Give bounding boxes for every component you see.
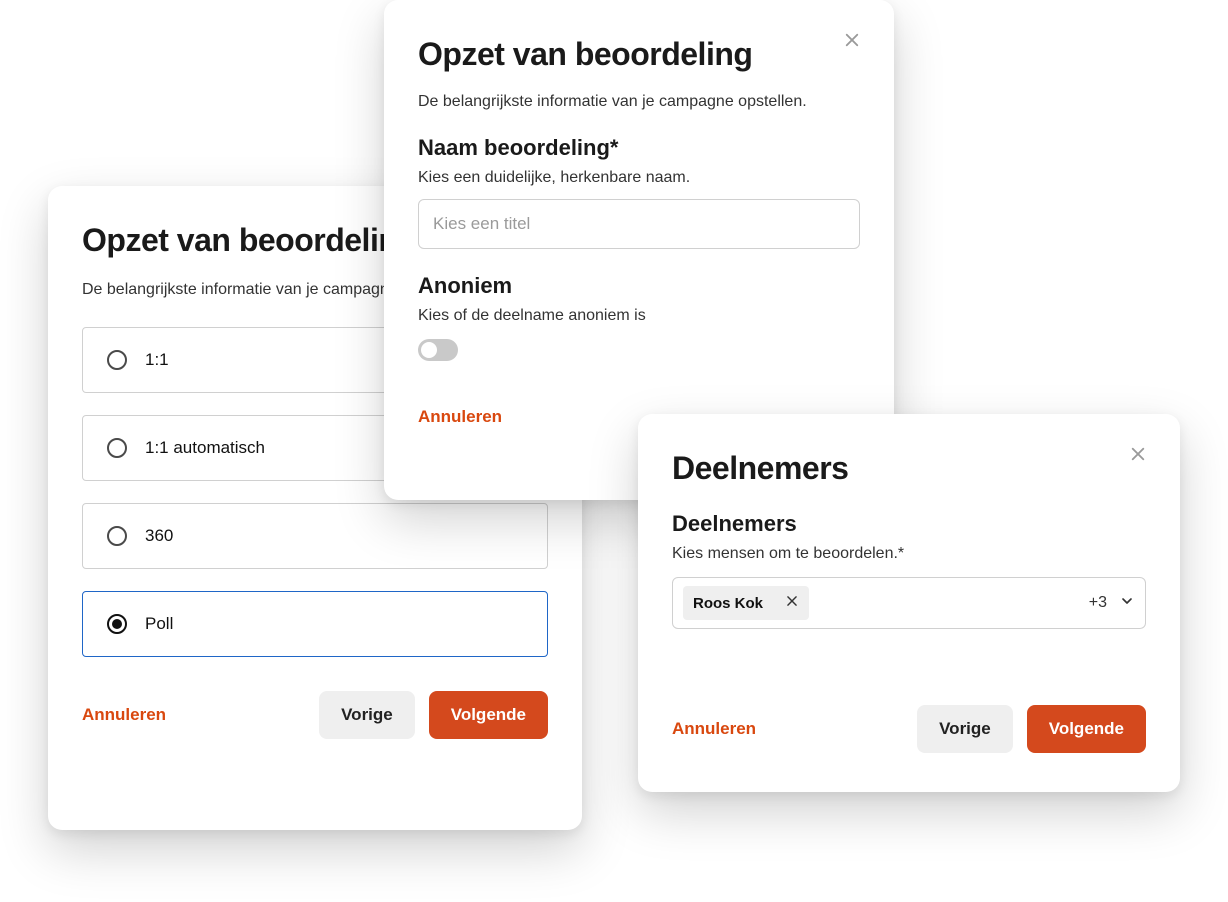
participants-select-tail: +3 [1089, 593, 1135, 614]
close-icon [843, 31, 861, 54]
radio-icon [107, 526, 127, 546]
cancel-button[interactable]: Annuleren [672, 719, 756, 739]
radio-icon [107, 438, 127, 458]
name-section-hint: Kies een duidelijke, herkenbare naam. [418, 169, 860, 187]
radio-label: 1:1 [145, 350, 169, 370]
toggle-knob [421, 342, 437, 358]
cancel-button[interactable]: Annuleren [82, 705, 166, 725]
close-button[interactable] [1124, 442, 1152, 470]
radio-label: 360 [145, 526, 173, 546]
next-button[interactable]: Volgende [1027, 705, 1146, 753]
participant-chip-label: Roos Kok [693, 595, 763, 612]
close-icon [1129, 445, 1147, 468]
anonymous-section-heading: Anoniem [418, 273, 860, 299]
participants-section-heading: Deelnemers [672, 511, 1146, 537]
anonymous-toggle[interactable] [418, 339, 458, 361]
participants-card: Deelnemers Deelnemers Kies mensen om te … [638, 414, 1180, 792]
overflow-count: +3 [1089, 594, 1107, 612]
participants-select[interactable]: Roos Kok +3 [672, 577, 1146, 629]
radio-label: Poll [145, 614, 173, 634]
chevron-down-icon [1119, 593, 1135, 614]
card-title: Opzet van beoordeling [418, 36, 860, 73]
anonymous-section-hint: Kies of de deelname anoniem is [418, 307, 860, 325]
cancel-button[interactable]: Annuleren [418, 407, 502, 427]
nav-button-group: Vorige Volgende [319, 691, 548, 739]
name-section-heading: Naam beoordeling* [418, 135, 860, 161]
card-footer: Annuleren Vorige Volgende [82, 691, 548, 739]
review-type-option-360[interactable]: 360 [82, 503, 548, 569]
close-icon [785, 594, 799, 612]
remove-chip-button[interactable] [785, 594, 799, 612]
next-button[interactable]: Volgende [429, 691, 548, 739]
nav-button-group: Vorige Volgende [917, 705, 1146, 753]
previous-button[interactable]: Vorige [917, 705, 1013, 753]
radio-icon [107, 350, 127, 370]
close-button[interactable] [838, 28, 866, 56]
dropdown-toggle[interactable] [1119, 593, 1135, 614]
review-type-option-poll[interactable]: Poll [82, 591, 548, 657]
card-subtitle: De belangrijkste informatie van je campa… [418, 93, 860, 111]
radio-label: 1:1 automatisch [145, 438, 265, 458]
radio-icon [107, 614, 127, 634]
card-footer: Annuleren Vorige Volgende [672, 705, 1146, 753]
review-name-input[interactable] [418, 199, 860, 249]
participant-chip: Roos Kok [683, 586, 809, 620]
previous-button[interactable]: Vorige [319, 691, 415, 739]
card-title: Deelnemers [672, 450, 1146, 487]
participants-section-hint: Kies mensen om te beoordelen.* [672, 545, 1146, 563]
